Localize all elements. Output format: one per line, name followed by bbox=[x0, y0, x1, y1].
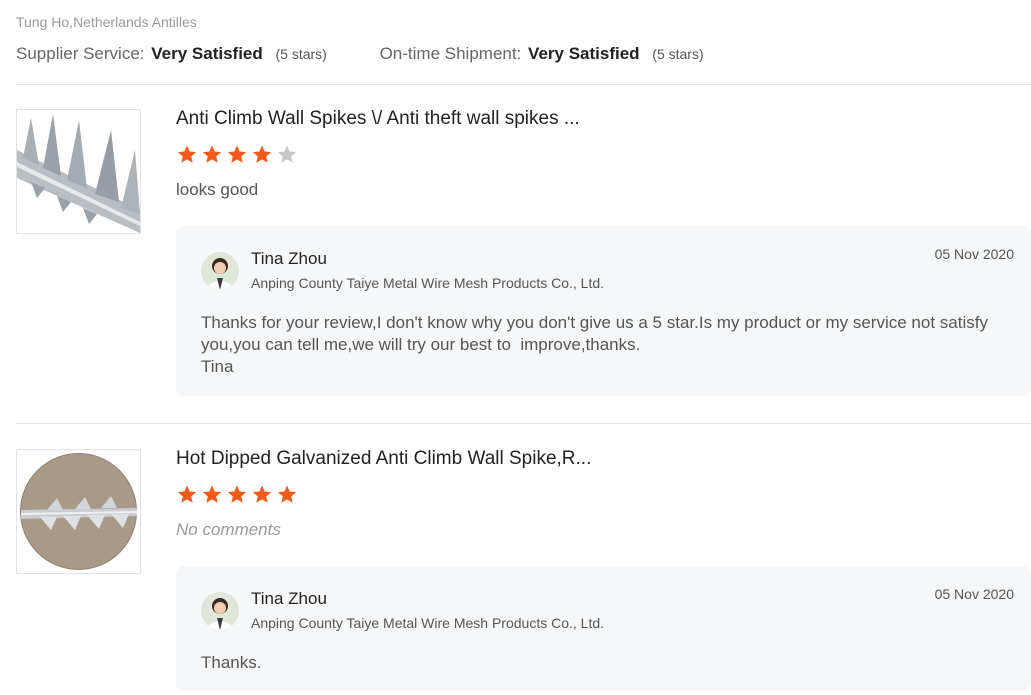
reply-text-line: Thanks for your review,I don't know why … bbox=[201, 313, 988, 332]
product-title[interactable]: Anti Climb Wall Spikes \/ Anti theft wal… bbox=[176, 108, 580, 130]
shipment-stars: (5 stars) bbox=[652, 46, 704, 62]
reply-text-line: Thanks. bbox=[201, 653, 262, 672]
review-comment: No comments bbox=[176, 520, 281, 539]
reply-text-line: Tina bbox=[201, 357, 234, 376]
star-filled-icon bbox=[227, 145, 247, 163]
star-filled-icon bbox=[252, 145, 272, 163]
supplier-reply: Tina Zhou Anping County Taiye Metal Wire… bbox=[176, 226, 1031, 396]
buyer-name-location: Tung Ho,Netherlands Antilles bbox=[16, 14, 197, 30]
reply-text: Thanks for your review,I don't know why … bbox=[201, 312, 1011, 378]
rating-stars bbox=[176, 484, 301, 508]
star-filled-icon bbox=[277, 485, 297, 503]
supplier-service-value: Very Satisfied bbox=[151, 44, 263, 63]
review-item: Anti Climb Wall Spikes \/ Anti theft wal… bbox=[16, 84, 1031, 424]
wall-spikes-photo-icon bbox=[17, 110, 140, 233]
shipment-label: On-time Shipment: bbox=[379, 44, 522, 63]
galvanized-spike-photo-icon bbox=[17, 450, 140, 573]
buyer-summary: Tung Ho,Netherlands Antilles Supplier Se… bbox=[16, 0, 1031, 85]
star-empty-icon bbox=[277, 145, 297, 163]
star-filled-icon bbox=[252, 485, 272, 503]
supplier-service-label: Supplier Service: bbox=[16, 44, 145, 63]
rating-stars bbox=[176, 144, 301, 168]
reply-company: Anping County Taiye Metal Wire Mesh Prod… bbox=[251, 615, 605, 631]
avatar bbox=[201, 592, 239, 630]
supplier-reviews-page: Tung Ho,Netherlands Antilles Supplier Se… bbox=[0, 0, 1031, 695]
supplier-reply: Tina Zhou Anping County Taiye Metal Wire… bbox=[176, 566, 1031, 691]
shipment-value: Very Satisfied bbox=[528, 44, 640, 63]
star-filled-icon bbox=[202, 145, 222, 163]
reply-text-line: you,you can tell me,we will try our best… bbox=[201, 335, 641, 354]
reply-company: Anping County Taiye Metal Wire Mesh Prod… bbox=[251, 275, 605, 291]
review-comment: looks good bbox=[176, 180, 259, 199]
reply-date: 05 Nov 2020 bbox=[934, 586, 1014, 602]
star-filled-icon bbox=[177, 485, 197, 503]
product-thumbnail[interactable] bbox=[16, 449, 141, 574]
avatar bbox=[201, 252, 239, 290]
review-item: Hot Dipped Galvanized Anti Climb Wall Sp… bbox=[16, 424, 1031, 695]
reply-author-name: Tina Zhou bbox=[251, 589, 327, 608]
product-title[interactable]: Hot Dipped Galvanized Anti Climb Wall Sp… bbox=[176, 448, 591, 470]
product-thumbnail[interactable] bbox=[16, 109, 141, 234]
person-avatar-icon bbox=[201, 592, 239, 630]
star-filled-icon bbox=[177, 145, 197, 163]
supplier-service-rating: Supplier Service: Very Satisfied (5 star… bbox=[16, 44, 327, 64]
supplier-service-stars: (5 stars) bbox=[275, 46, 327, 62]
reply-text: Thanks. bbox=[201, 652, 1011, 674]
reply-date: 05 Nov 2020 bbox=[934, 246, 1014, 262]
buyer-ratings: Supplier Service: Very Satisfied (5 star… bbox=[16, 44, 752, 64]
shipment-rating: On-time Shipment: Very Satisfied (5 star… bbox=[380, 44, 704, 64]
star-filled-icon bbox=[227, 485, 247, 503]
reply-author-name: Tina Zhou bbox=[251, 249, 327, 268]
star-filled-icon bbox=[202, 485, 222, 503]
person-avatar-icon bbox=[201, 252, 239, 290]
